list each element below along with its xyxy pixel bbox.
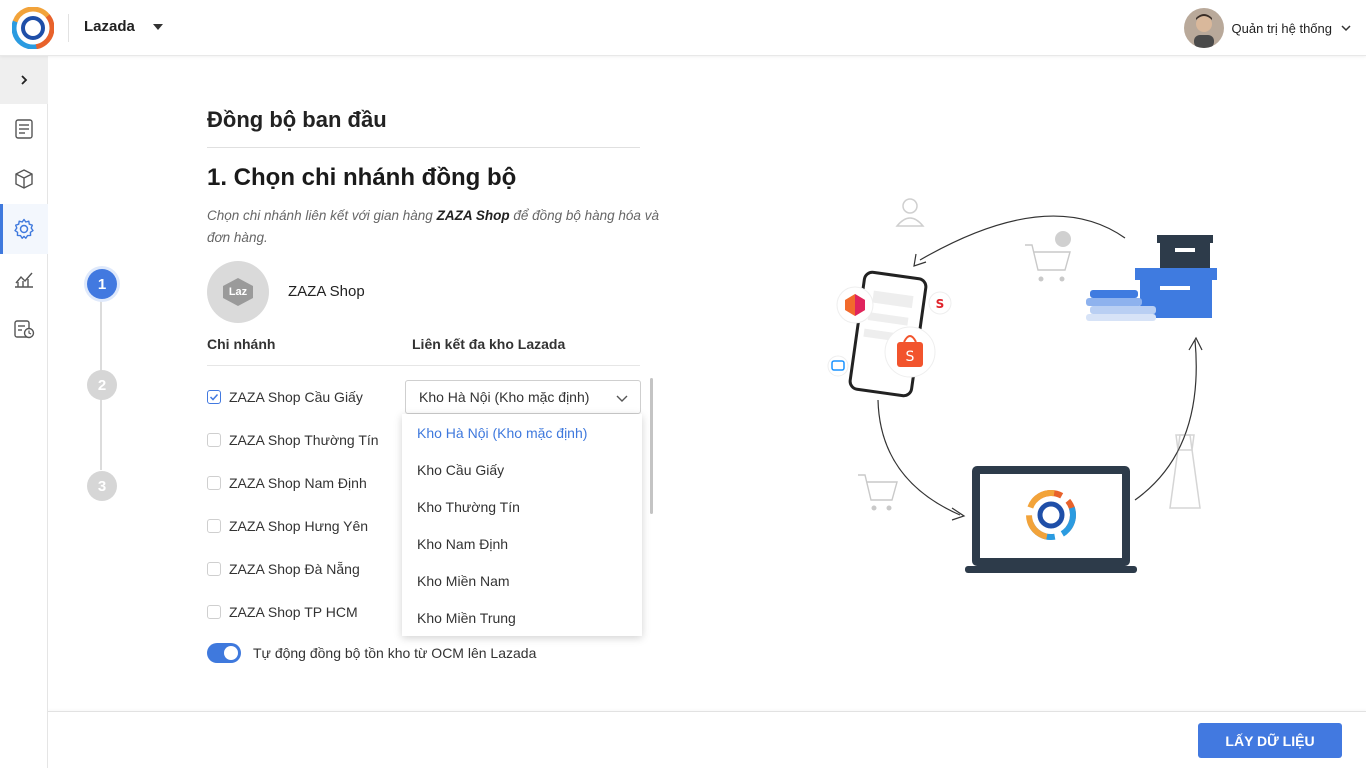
chart-icon: [15, 272, 33, 288]
dropdown-option[interactable]: Kho Miền Trung: [402, 600, 642, 637]
page-title: Đồng bộ ban đầu: [207, 107, 387, 132]
sidebar-expand-button[interactable]: [0, 56, 48, 104]
branch-label: ZAZA Shop Hưng Yên: [229, 518, 369, 534]
checkbox[interactable]: [207, 433, 221, 447]
toggle-knob: [224, 646, 238, 660]
box-icon: [15, 169, 33, 189]
title-divider: [207, 147, 640, 148]
sidebar-item-orders[interactable]: [0, 104, 48, 154]
warehouse-select-value: Kho Hà Nội (Kho mặc định): [419, 389, 590, 405]
sendo-badge-icon: S: [928, 291, 952, 315]
section-description: Chọn chi nhánh liên kết với gian hàng ZA…: [207, 205, 667, 249]
svg-text:S: S: [936, 297, 945, 311]
checkbox[interactable]: [207, 562, 221, 576]
shop-logo: Laz: [207, 261, 269, 323]
branch-label: ZAZA Shop Đà Nẵng: [229, 561, 360, 577]
user-name: Quản trị hệ thống: [1231, 20, 1332, 36]
footer-bar: LẤY DỮ LIỆU: [48, 711, 1366, 768]
step-2[interactable]: 2: [87, 370, 117, 400]
cart-icon: [1025, 231, 1071, 282]
auto-sync-row: Tự động đồng bộ tồn kho từ OCM lên Lazad…: [207, 643, 536, 663]
shop-name: ZAZA Shop: [288, 283, 365, 300]
top-header: Lazada Quản trị hệ thống: [0, 0, 1366, 56]
svg-text:S: S: [906, 349, 915, 365]
avatar: [1183, 8, 1224, 48]
warehouse-select[interactable]: Kho Hà Nội (Kho mặc định): [405, 380, 641, 414]
sidebar-item-products[interactable]: [0, 154, 48, 204]
shopee-badge-icon: S: [884, 326, 936, 378]
user-icon: [895, 198, 925, 227]
checkbox[interactable]: [207, 476, 221, 490]
branch-checkbox-row[interactable]: ZAZA Shop Thường Tín: [207, 432, 379, 448]
checkmark-icon: [209, 393, 219, 401]
branch-checkbox-row[interactable]: ZAZA Shop Nam Định: [207, 475, 367, 491]
column-header-branch: Chi nhánh: [207, 336, 276, 352]
branch-label: ZAZA Shop Cầu Giấy: [229, 389, 363, 405]
caret-down-icon: [152, 23, 163, 30]
step-1[interactable]: 1: [87, 269, 117, 299]
dropdown-option[interactable]: Kho Hà Nội (Kho mặc định): [402, 415, 642, 452]
fetch-data-button[interactable]: LẤY DỮ LIỆU: [1198, 723, 1342, 758]
branch-checkbox-row[interactable]: ZAZA Shop Đà Nẵng: [207, 561, 360, 577]
sidebar-item-analytics[interactable]: [0, 254, 48, 304]
branch-checkbox-row[interactable]: ZAZA Shop Hưng Yên: [207, 518, 368, 534]
table-header-divider: [207, 365, 640, 366]
cart-icon-bottom: [858, 474, 898, 511]
dress-icon: [1169, 434, 1201, 509]
app-logo[interactable]: [12, 7, 54, 49]
section-title: 1. Chọn chi nhánh đồng bộ: [207, 164, 517, 191]
warehouse-dropdown: Kho Hà Nội (Kho mặc định) Kho Cầu Giấy K…: [402, 414, 642, 636]
step-3[interactable]: 3: [87, 471, 117, 501]
report-clock-icon: [14, 320, 35, 339]
sync-illustration: S S: [827, 198, 1217, 573]
desc-shop-name: ZAZA Shop: [436, 208, 510, 223]
laptop-illustration: [965, 466, 1137, 573]
desc-before: Chọn chi nhánh liên kết với gian hàng: [207, 208, 437, 223]
checkbox-checked[interactable]: [207, 390, 221, 404]
column-header-warehouse: Liên kết đa kho Lazada: [412, 336, 566, 352]
gear-icon: [14, 218, 34, 239]
dropdown-option[interactable]: Kho Cầu Giấy: [402, 452, 642, 489]
dropdown-option[interactable]: Kho Nam Định: [402, 526, 642, 563]
dropdown-option[interactable]: Kho Miền Nam: [402, 563, 642, 600]
checkbox[interactable]: [207, 605, 221, 619]
sidebar-item-reports[interactable]: [0, 304, 48, 354]
sidebar: [0, 56, 48, 768]
branch-label: ZAZA Shop Nam Định: [229, 475, 367, 491]
checkbox[interactable]: [207, 519, 221, 533]
scrollbar[interactable]: [650, 378, 653, 514]
branch-checkbox-row[interactable]: ZAZA Shop TP HCM: [207, 604, 358, 620]
dropdown-option[interactable]: Kho Thường Tín: [402, 489, 642, 526]
auto-sync-label: Tự động đồng bộ tồn kho từ OCM lên Lazad…: [253, 645, 537, 661]
channel-selector[interactable]: Lazada: [84, 18, 163, 35]
user-menu[interactable]: Quản trị hệ thống: [1183, 8, 1352, 48]
branch-label: ZAZA Shop TP HCM: [229, 604, 358, 620]
lazada-badge-icon: [836, 286, 874, 324]
branch-label: ZAZA Shop Thường Tín: [229, 432, 379, 448]
chevron-right-icon: [21, 75, 28, 85]
tiki-badge-icon: [827, 355, 849, 377]
chevron-down-icon: [1341, 25, 1351, 32]
channel-label: Lazada: [84, 18, 135, 35]
sidebar-item-settings[interactable]: [0, 204, 48, 254]
arc-right: [1134, 339, 1197, 501]
auto-sync-toggle[interactable]: [207, 643, 241, 663]
shop-logo-text: Laz: [228, 286, 248, 298]
branch-checkbox-row[interactable]: ZAZA Shop Cầu Giấy: [207, 389, 363, 405]
header-divider: [68, 14, 69, 42]
document-icon: [15, 119, 33, 139]
boxes-illustration: [1086, 235, 1217, 321]
arc-top: [919, 215, 1126, 261]
chevron-down-icon: [616, 395, 628, 402]
arc-left: [877, 399, 961, 516]
